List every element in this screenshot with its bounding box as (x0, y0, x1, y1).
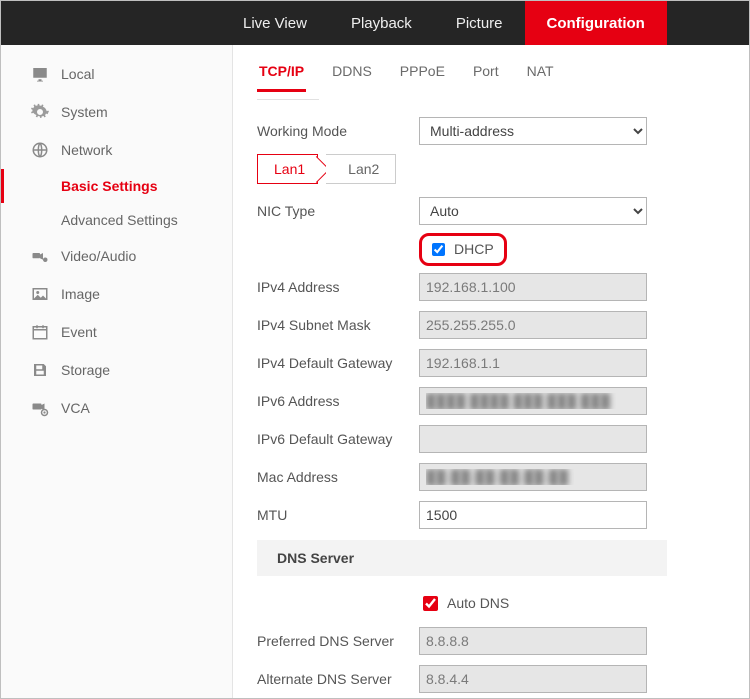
ipv4-address-label: IPv4 Address (257, 279, 419, 295)
lan-tab-lan1[interactable]: Lan1 (257, 154, 318, 184)
content-panel: TCP/IP DDNS PPPoE Port NAT Working Mode … (233, 45, 749, 698)
sidebar-sub-label: Advanced Settings (61, 212, 178, 228)
tab-ddns[interactable]: DDNS (330, 59, 374, 92)
sidebar-item-label: System (61, 104, 108, 120)
sidebar-sub-label: Basic Settings (61, 178, 157, 194)
monitor-icon (31, 65, 49, 83)
sidebar: Local System Network Basic Settings Adva… (1, 45, 233, 698)
sidebar-item-label: Event (61, 324, 97, 340)
mac-label: Mac Address (257, 469, 419, 485)
lan-tab-lan2[interactable]: Lan2 (326, 154, 396, 184)
subtabs: TCP/IP DDNS PPPoE Port NAT (257, 59, 725, 93)
pref-dns-input[interactable] (419, 627, 647, 655)
ipv4-address-input[interactable] (419, 273, 647, 301)
sidebar-item-label: Storage (61, 362, 110, 378)
tab-port[interactable]: Port (471, 59, 501, 92)
vca-icon (31, 399, 49, 417)
sidebar-item-event[interactable]: Event (1, 313, 232, 351)
nav-configuration[interactable]: Configuration (525, 1, 667, 45)
main-area: Local System Network Basic Settings Adva… (1, 45, 749, 698)
mac-input[interactable] (419, 463, 647, 491)
gear-icon (31, 103, 49, 121)
ipv6-gw-input[interactable] (419, 425, 647, 453)
nav-picture[interactable]: Picture (434, 1, 525, 45)
sidebar-item-label: Local (61, 66, 94, 82)
sidebar-item-label: Image (61, 286, 100, 302)
mtu-label: MTU (257, 507, 419, 523)
working-mode-select[interactable]: Multi-address (419, 117, 647, 145)
sidebar-item-label: Network (61, 142, 112, 158)
ipv4-mask-label: IPv4 Subnet Mask (257, 317, 419, 333)
sidebar-item-storage[interactable]: Storage (1, 351, 232, 389)
tab-nat[interactable]: NAT (525, 59, 556, 92)
ipv4-gw-input[interactable] (419, 349, 647, 377)
sidebar-item-label: VCA (61, 400, 90, 416)
nav-playback[interactable]: Playback (329, 1, 434, 45)
working-mode-label: Working Mode (257, 123, 419, 139)
calendar-icon (31, 323, 49, 341)
alt-dns-input[interactable] (419, 665, 647, 693)
tab-pppoe[interactable]: PPPoE (398, 59, 447, 92)
alt-dns-label: Alternate DNS Server (257, 671, 419, 687)
mtu-input[interactable] (419, 501, 647, 529)
tab-tcpip[interactable]: TCP/IP (257, 59, 306, 92)
ipv6-gw-label: IPv6 Default Gateway (257, 431, 419, 447)
dhcp-highlight: DHCP (419, 233, 507, 266)
sidebar-sub-advanced-settings[interactable]: Advanced Settings (1, 203, 232, 237)
globe-icon (31, 141, 49, 159)
sidebar-sub-basic-settings[interactable]: Basic Settings (1, 169, 232, 203)
ipv6-address-input[interactable] (419, 387, 647, 415)
ipv4-gw-label: IPv4 Default Gateway (257, 355, 419, 371)
dhcp-checkbox[interactable] (432, 243, 445, 256)
sidebar-item-network[interactable]: Network (1, 131, 232, 169)
nic-type-label: NIC Type (257, 203, 419, 219)
image-icon (31, 285, 49, 303)
sidebar-item-video-audio[interactable]: Video/Audio (1, 237, 232, 275)
lan-tabs: Lan1 Lan2 (257, 154, 725, 184)
tab-underline (257, 99, 319, 100)
sidebar-item-label: Video/Audio (61, 248, 136, 264)
nav-live-view[interactable]: Live View (221, 1, 329, 45)
ipv4-mask-input[interactable] (419, 311, 647, 339)
auto-dns-checkbox[interactable] (423, 596, 438, 611)
camera-mic-icon (31, 247, 49, 265)
auto-dns-label: Auto DNS (447, 595, 509, 611)
top-nav: Live View Playback Picture Configuration (1, 1, 749, 45)
ipv6-address-label: IPv6 Address (257, 393, 419, 409)
save-icon (31, 361, 49, 379)
sidebar-item-image[interactable]: Image (1, 275, 232, 313)
sidebar-item-vca[interactable]: VCA (1, 389, 232, 427)
nic-type-select[interactable]: Auto (419, 197, 647, 225)
sidebar-item-local[interactable]: Local (1, 55, 232, 93)
sidebar-item-system[interactable]: System (1, 93, 232, 131)
pref-dns-label: Preferred DNS Server (257, 633, 419, 649)
dns-section-header: DNS Server (257, 540, 667, 576)
dhcp-label: DHCP (454, 241, 494, 257)
